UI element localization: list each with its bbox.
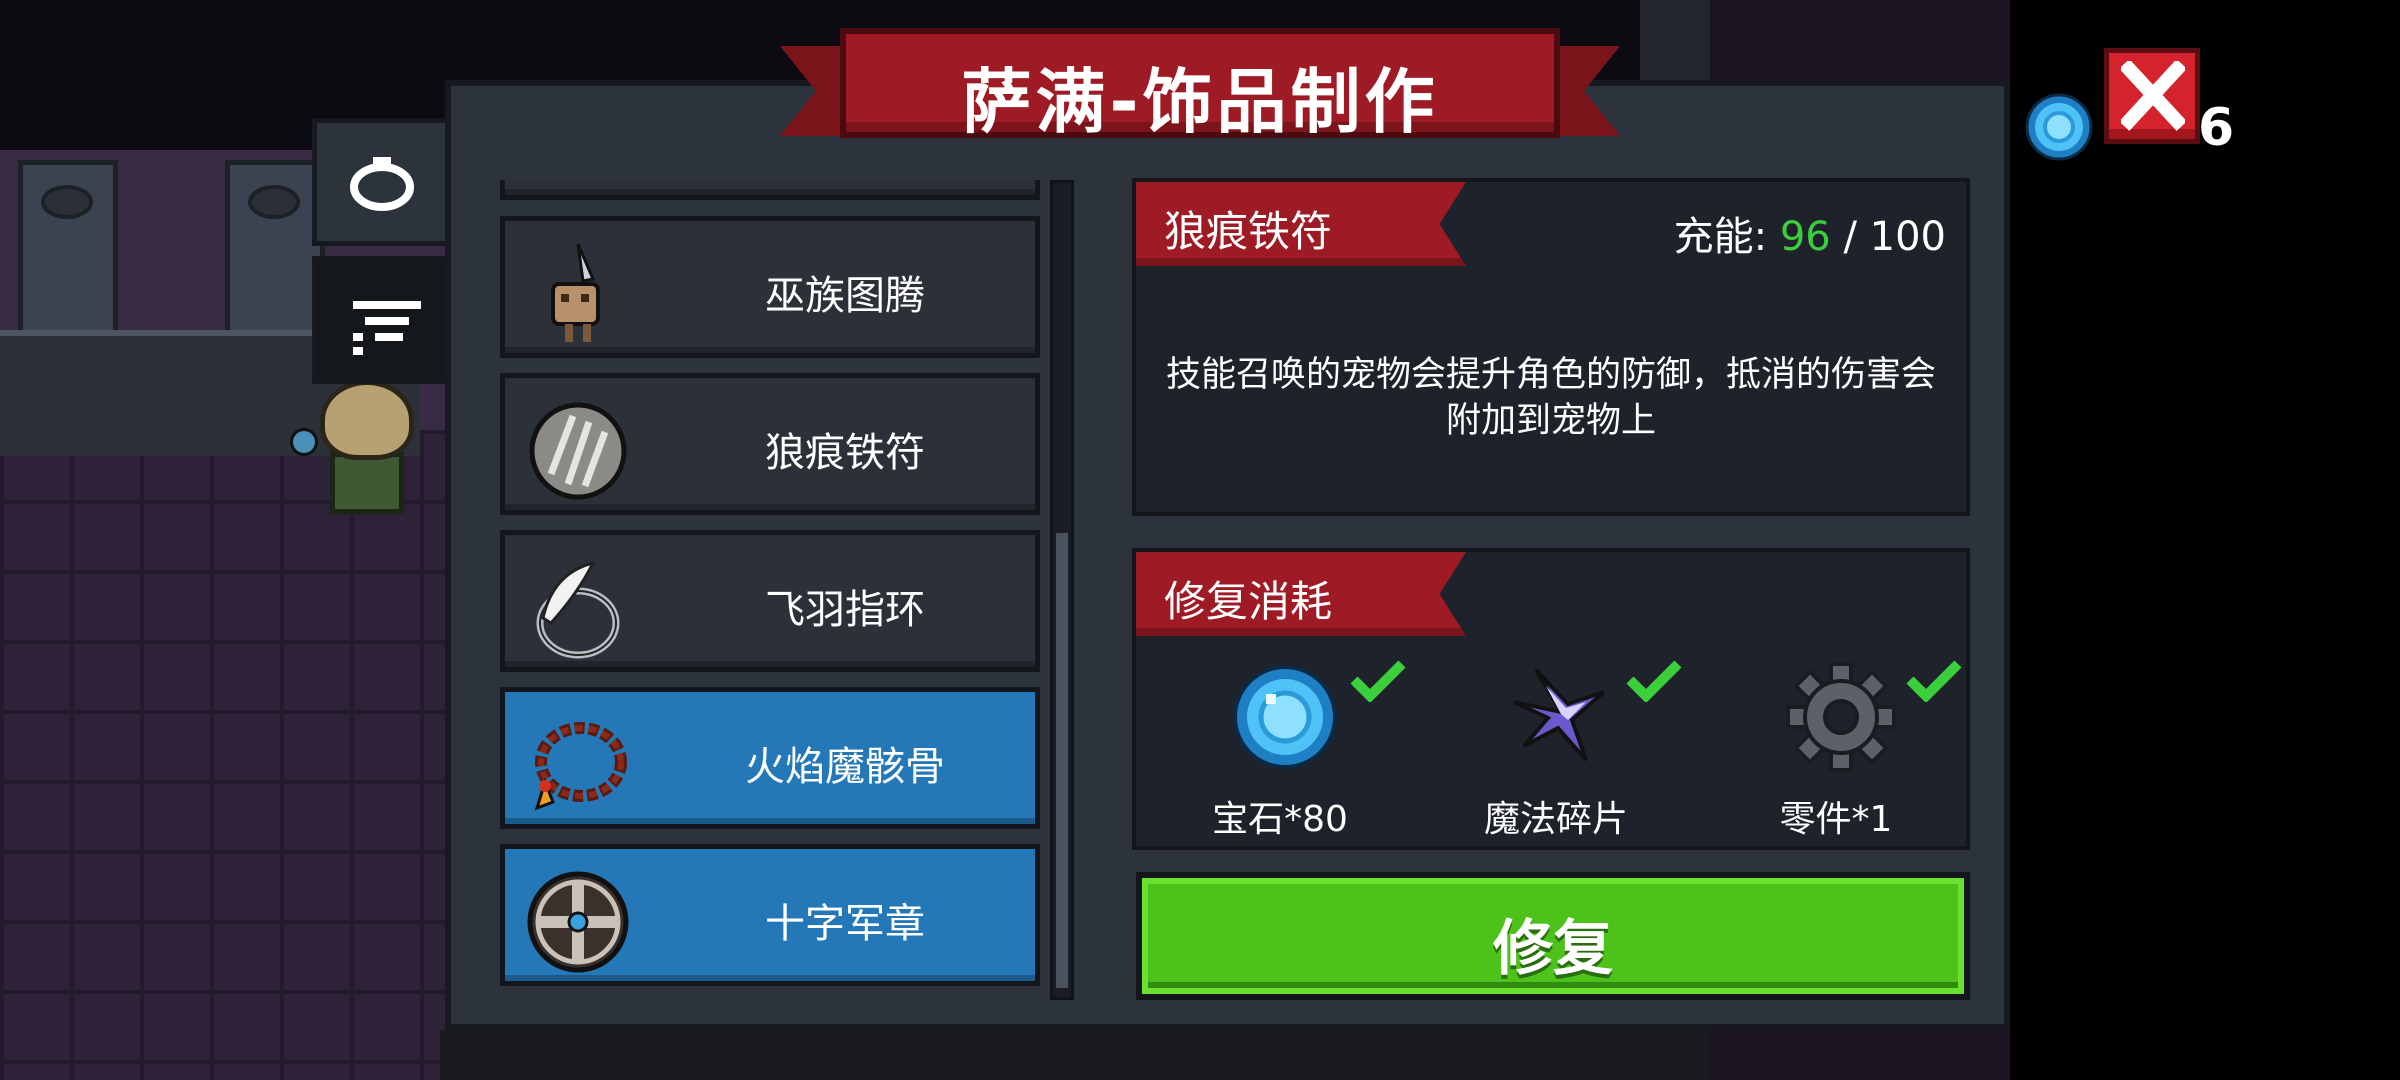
tab-accessories[interactable]: [312, 118, 452, 246]
charge-readout: 充能: 96 / 100: [1674, 204, 1946, 262]
accessory-list[interactable]: 巫族图腾 狼痕铁符 飞羽指环 火焰魔骸骨 十字军章: [496, 180, 1046, 1000]
charge-label: 充能:: [1673, 214, 1768, 260]
list-item-feather-ring[interactable]: 飞羽指环: [500, 530, 1040, 672]
magic-shard-icon: [1513, 668, 1606, 762]
cross-shield-badge-icon: [527, 871, 629, 973]
check-icon: [1906, 660, 1962, 702]
ring-icon: [350, 157, 414, 211]
repair-button-label: 修复: [1493, 914, 1613, 984]
list-item[interactable]: [500, 180, 1040, 200]
bead-necklace-icon: [534, 722, 627, 811]
gem-currency-icon: [2025, 93, 2093, 161]
tab-filter[interactable]: [312, 256, 452, 384]
totem-icon: [551, 243, 600, 342]
cost-label: 零件*1: [1779, 799, 1893, 840]
cost-item-part: 零件*1: [1716, 660, 1962, 852]
gem-count: 6: [2198, 98, 2235, 158]
cost-header-ribbon: 修复消耗: [1136, 552, 1466, 636]
item-name-ribbon: 狼痕铁符: [1136, 182, 1466, 266]
charge-max: 100: [1869, 214, 1946, 260]
background-void: [2010, 0, 2400, 1080]
background-floor-bottom: [440, 1030, 1710, 1080]
close-icon: [2121, 61, 2185, 131]
cost-item-gem: 宝石*80: [1160, 660, 1406, 852]
cost-label: 魔法碎片: [1483, 799, 1628, 840]
gem-icon: [1233, 665, 1337, 769]
close-button[interactable]: [2104, 48, 2200, 144]
list-item-wolf-talisman[interactable]: 狼痕铁符: [500, 373, 1040, 515]
list-item-totem[interactable]: 巫族图腾: [500, 216, 1040, 358]
cost-label: 宝石*80: [1212, 799, 1348, 840]
charge-current: 96: [1779, 214, 1831, 260]
charge-separator: /: [1843, 214, 1857, 260]
repair-cost-panel: 修复消耗 宝石*80 魔法碎片 零件*1: [1132, 548, 1970, 850]
check-icon: [1350, 660, 1406, 702]
repair-button[interactable]: 修复: [1136, 872, 1970, 1000]
background-floor: [0, 430, 460, 1080]
category-tabs: [312, 118, 452, 388]
list-item-flame-bone[interactable]: 火焰魔骸骨: [500, 687, 1040, 829]
list-item-cross-badge[interactable]: 十字军章: [500, 844, 1040, 986]
filter-lines-icon: [353, 301, 421, 355]
scrollbar-thumb[interactable]: [1056, 533, 1068, 988]
page-title: 萨满-饰品制作: [961, 61, 1439, 143]
cost-header: 修复消耗: [1164, 577, 1333, 626]
cost-item-magic-shard: 魔法碎片: [1436, 660, 1682, 852]
item-name: 狼痕铁符: [1164, 207, 1333, 256]
player-character: [290, 380, 414, 514]
item-description: 技能召唤的宠物会提升角色的防御，抵消的伤害会附加到宠物上: [1165, 355, 1936, 441]
title-banner: 萨满-饰品制作: [780, 28, 1620, 148]
item-detail-panel: 狼痕铁符 充能: 96 / 100 技能召唤的宠物会提升角色的防御，抵消的伤害会…: [1132, 178, 1970, 516]
check-icon: [1626, 660, 1682, 702]
feather-ring-icon: [536, 560, 620, 659]
wolf-claw-talisman-icon: [529, 402, 627, 500]
list-scrollbar[interactable]: [1050, 180, 1074, 1000]
gear-part-icon: [1786, 662, 1896, 772]
